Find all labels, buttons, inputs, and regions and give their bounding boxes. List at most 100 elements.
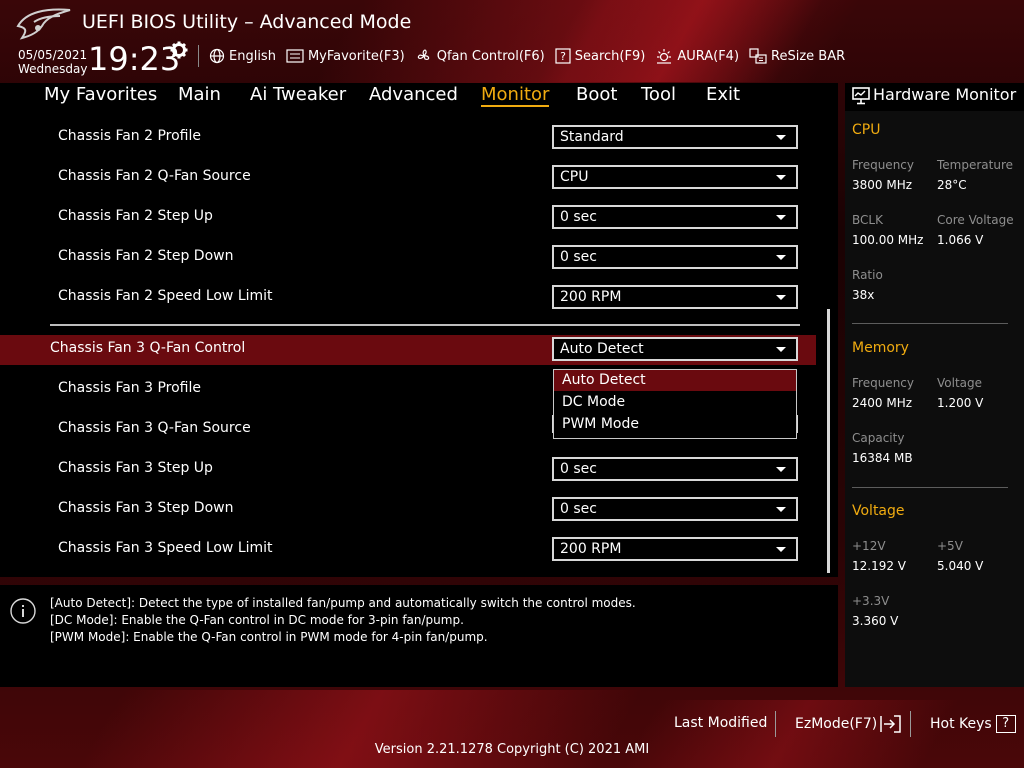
svg-text:?: ? bbox=[560, 50, 566, 63]
setting-select[interactable]: 200 RPM bbox=[552, 537, 798, 561]
setting-row[interactable]: Chassis Fan 2 Step Up 0 sec bbox=[0, 203, 816, 233]
core-voltage-label: Core Voltage bbox=[937, 213, 1014, 227]
hardware-monitor-title: Hardware Monitor bbox=[873, 85, 1017, 104]
tab-ai-tweaker[interactable]: Ai Tweaker bbox=[250, 84, 346, 105]
help-question-icon: ? bbox=[995, 715, 1016, 733]
favorite-icon bbox=[286, 49, 304, 63]
toolbar-separator bbox=[198, 45, 199, 67]
last-modified-label: Last Modified bbox=[674, 715, 768, 731]
qfan-control-label: Qfan Control(F6) bbox=[436, 48, 545, 64]
chevron-down-icon bbox=[776, 255, 786, 260]
tab-my-favorites[interactable]: My Favorites bbox=[44, 84, 157, 105]
setting-select[interactable]: 0 sec bbox=[552, 497, 798, 521]
aura-icon bbox=[657, 49, 672, 64]
setting-label: Chassis Fan 3 Q-Fan Control bbox=[50, 340, 246, 356]
chevron-down-icon bbox=[776, 507, 786, 512]
weekday-text: Wednesday bbox=[18, 62, 88, 76]
memory-voltage-value: 1.200 V bbox=[937, 396, 984, 410]
date-display: 05/05/2021 Wednesday bbox=[18, 48, 87, 76]
memory-capacity-label: Capacity bbox=[852, 431, 905, 445]
setting-row[interactable]: Chassis Fan 2 Speed Low Limit 200 RPM bbox=[0, 283, 816, 313]
tab-advanced[interactable]: Advanced bbox=[369, 84, 458, 105]
date-text: 05/05/2021 bbox=[18, 48, 88, 62]
hot-keys-button[interactable]: Hot Keys ? bbox=[930, 715, 1016, 733]
myfavorite-label: MyFavorite(F3) bbox=[307, 48, 405, 64]
setting-label: Chassis Fan 3 Q-Fan Source bbox=[58, 420, 251, 436]
myfavorite-button[interactable]: MyFavorite(F3) bbox=[286, 49, 405, 64]
setting-row-selected[interactable]: Chassis Fan 3 Q-Fan Control Auto Detect bbox=[0, 335, 816, 365]
help-line: [DC Mode]: Enable the Q-Fan control in D… bbox=[50, 613, 464, 627]
cpu-temperature-value: 28°C bbox=[937, 178, 967, 192]
ratio-label: Ratio bbox=[852, 268, 883, 282]
setting-select[interactable]: 200 RPM bbox=[552, 285, 798, 309]
search-icon: ? bbox=[555, 48, 571, 64]
setting-select[interactable]: Auto Detect bbox=[552, 337, 798, 361]
dropdown-option-pwm-mode[interactable]: PWM Mode bbox=[554, 414, 796, 435]
footer-separator bbox=[910, 711, 911, 737]
language-label: English bbox=[229, 48, 276, 64]
setting-row[interactable]: Chassis Fan 3 Step Up 0 sec bbox=[0, 455, 816, 485]
v12-value: 12.192 V bbox=[852, 559, 907, 573]
dropdown-option-dc-mode[interactable]: DC Mode bbox=[554, 392, 796, 413]
chevron-down-icon bbox=[776, 347, 786, 352]
ezmode-label: EzMode(F7) bbox=[795, 716, 878, 732]
setting-select[interactable]: CPU bbox=[552, 165, 798, 189]
gear-icon[interactable] bbox=[170, 41, 188, 59]
chevron-down-icon bbox=[776, 175, 786, 180]
select-value: 0 sec bbox=[560, 209, 597, 225]
ezmode-button[interactable]: EzMode(F7) bbox=[795, 715, 902, 733]
aura-label: AURA(F4) bbox=[677, 48, 740, 64]
section-divider bbox=[852, 323, 1008, 324]
help-panel: [Auto Detect]: Detect the type of instal… bbox=[0, 585, 838, 687]
section-divider bbox=[852, 487, 1008, 488]
select-value: 0 sec bbox=[560, 501, 597, 517]
select-value: Standard bbox=[560, 129, 624, 145]
v33-value: 3.360 V bbox=[852, 614, 899, 628]
resize-bar-label: ReSize BAR bbox=[771, 48, 846, 64]
setting-row[interactable]: Chassis Fan 2 Step Down 0 sec bbox=[0, 243, 816, 273]
tab-tool[interactable]: Tool bbox=[641, 84, 676, 105]
setting-row[interactable]: Chassis Fan 2 Q-Fan Source CPU bbox=[0, 163, 816, 193]
tab-main[interactable]: Main bbox=[178, 84, 221, 105]
qfan-control-button[interactable]: Qfan Control(F6) bbox=[415, 47, 545, 65]
settings-panel: Chassis Fan 2 Profile Standard Chassis F… bbox=[0, 111, 838, 577]
footer-separator bbox=[775, 711, 776, 737]
aura-button[interactable]: AURA(F4) bbox=[655, 48, 739, 64]
select-value: Auto Detect bbox=[560, 341, 644, 357]
dropdown-option-auto-detect[interactable]: Auto Detect bbox=[554, 370, 796, 391]
globe-icon bbox=[209, 48, 225, 64]
hot-keys-label: Hot Keys bbox=[930, 716, 992, 732]
setting-select[interactable]: Standard bbox=[552, 125, 798, 149]
select-value: 0 sec bbox=[560, 249, 597, 265]
tab-monitor[interactable]: Monitor bbox=[481, 84, 550, 107]
tab-boot[interactable]: Boot bbox=[576, 84, 617, 105]
setting-label: Chassis Fan 3 Step Up bbox=[58, 460, 213, 476]
v12-label: +12V bbox=[852, 539, 886, 553]
resize-bar-icon bbox=[749, 48, 767, 64]
resize-bar-button[interactable]: ReSize BAR bbox=[749, 47, 845, 65]
clock[interactable]: 19:23 bbox=[88, 40, 180, 78]
chevron-down-icon bbox=[776, 215, 786, 220]
select-value: 200 RPM bbox=[560, 541, 622, 557]
bclk-value: 100.00 MHz bbox=[852, 233, 924, 247]
tab-exit[interactable]: Exit bbox=[706, 84, 740, 105]
search-button[interactable]: ? Search(F9) bbox=[555, 48, 645, 64]
scrollbar[interactable] bbox=[827, 309, 830, 573]
setting-row[interactable]: Chassis Fan 2 Profile Standard bbox=[0, 123, 816, 153]
app-title: UEFI BIOS Utility – Advanced Mode bbox=[82, 11, 412, 33]
hardware-monitor-panel: CPU Frequency 3800 MHz Temperature 28°C … bbox=[845, 111, 1024, 687]
cpu-frequency-label: Frequency bbox=[852, 158, 914, 172]
fan-icon bbox=[417, 49, 429, 60]
select-value: 0 sec bbox=[560, 461, 597, 477]
setting-select[interactable]: 0 sec bbox=[552, 205, 798, 229]
hardware-monitor-header: Hardware Monitor bbox=[845, 83, 1024, 111]
setting-select[interactable]: 0 sec bbox=[552, 457, 798, 481]
menu-bar: My Favorites Main Ai Tweaker Advanced Mo… bbox=[0, 83, 838, 111]
setting-row[interactable]: Chassis Fan 3 Step Down 0 sec bbox=[0, 495, 816, 525]
setting-row[interactable]: Chassis Fan 3 Speed Low Limit 200 RPM bbox=[0, 535, 816, 565]
language-button[interactable]: English bbox=[209, 48, 276, 64]
setting-select[interactable]: 0 sec bbox=[552, 245, 798, 269]
last-modified-button[interactable]: Last Modified bbox=[674, 715, 767, 731]
memory-frequency-value: 2400 MHz bbox=[852, 396, 913, 410]
chevron-down-icon bbox=[776, 295, 786, 300]
